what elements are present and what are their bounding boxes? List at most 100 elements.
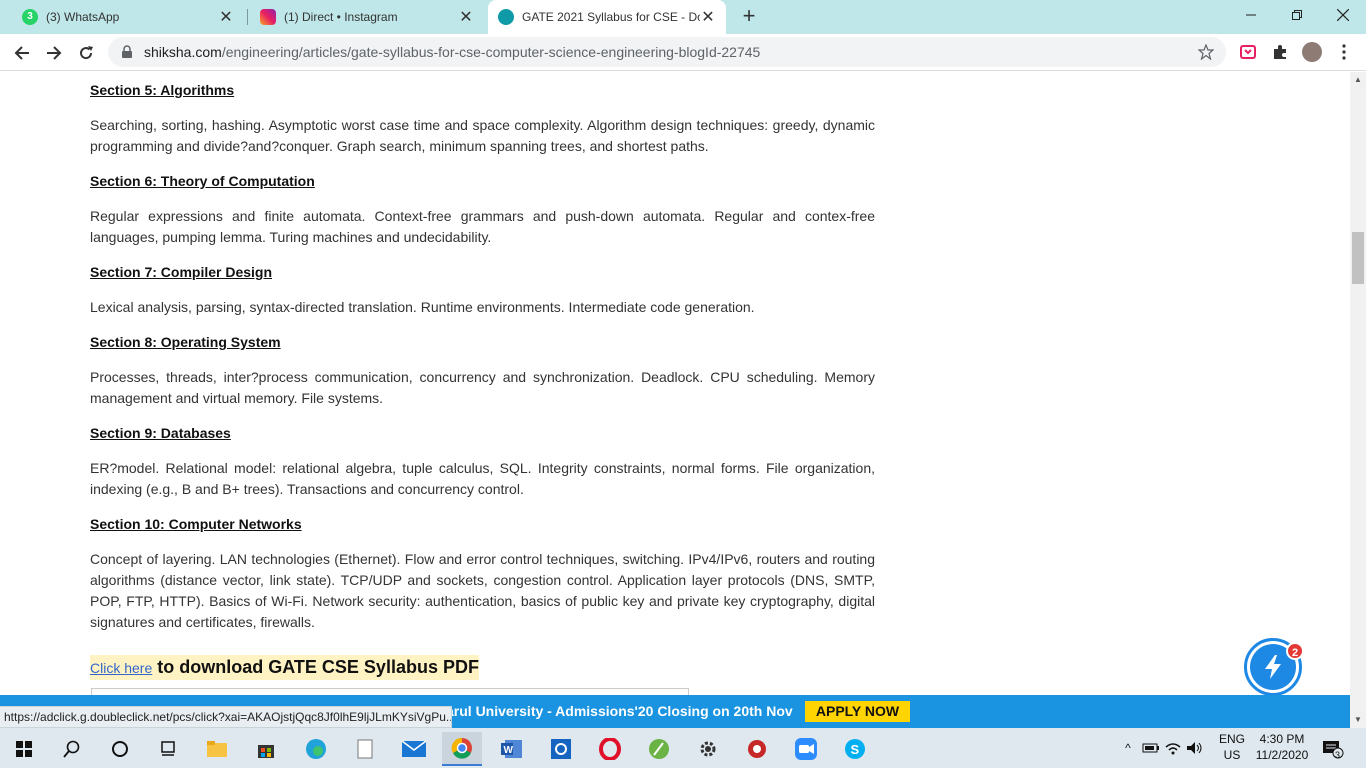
section-body-networks: Concept of layering. LAN technologies (E… (90, 551, 875, 630)
notification-icon (1323, 741, 1344, 759)
taskbar-notepad[interactable] (345, 732, 385, 766)
start-button[interactable] (4, 732, 44, 766)
game-icon (748, 740, 766, 758)
minimize-button[interactable] (1228, 0, 1274, 30)
word-icon: W (501, 740, 522, 758)
section-heading-algorithms: Section 5: Algorithms (90, 82, 235, 98)
back-button[interactable] (8, 39, 36, 67)
action-center-button[interactable]: 3 (1318, 732, 1348, 766)
taskbar-settings-app[interactable] (541, 732, 581, 766)
extensions-button[interactable] (1270, 42, 1290, 62)
zoom-icon (795, 738, 817, 760)
apply-now-button[interactable]: APPLY NOW (805, 701, 910, 722)
volume-icon[interactable] (1186, 741, 1204, 755)
store-bag-icon (258, 745, 274, 758)
search-button[interactable] (52, 732, 92, 766)
system-tray: ^ (1120, 728, 1204, 768)
instagram-icon (260, 9, 276, 25)
chat-badge: 2 (1286, 642, 1304, 660)
cortana-button[interactable] (100, 732, 140, 766)
folder-icon (207, 741, 227, 757)
page-scrollbar[interactable]: ▲ ▼ (1350, 72, 1366, 728)
scroll-down-arrow-icon[interactable]: ▼ (1350, 712, 1366, 728)
edge-icon (306, 739, 326, 759)
taskbar-zoom[interactable] (786, 732, 826, 766)
task-view-button[interactable] (148, 732, 188, 766)
scroll-thumb[interactable] (1352, 232, 1364, 284)
close-tab-icon[interactable]: ✕ (700, 7, 716, 27)
close-icon (1337, 9, 1349, 21)
taskbar-game[interactable] (737, 732, 777, 766)
taskbar-file-explorer[interactable] (197, 732, 237, 766)
taskbar-chrome[interactable] (442, 732, 482, 766)
click-here-link[interactable]: Click here (90, 660, 152, 676)
section-heading-networks: Section 10: Computer Networks (90, 516, 302, 532)
taskbar-edge[interactable] (296, 732, 336, 766)
kebab-menu-icon (1342, 44, 1346, 60)
chevron-up-icon[interactable]: ^ (1120, 741, 1136, 755)
puzzle-icon (1274, 45, 1286, 59)
taskbar-settings[interactable] (688, 732, 728, 766)
close-tab-icon[interactable]: ✕ (218, 7, 234, 27)
wifi-icon[interactable] (1164, 741, 1182, 755)
android-studio-icon (649, 739, 669, 759)
chat-widget-button[interactable]: 2 (1244, 638, 1304, 696)
back-arrow-icon (14, 46, 29, 60)
bookmark-star-icon[interactable] (1198, 44, 1214, 60)
minimize-icon (1246, 14, 1256, 16)
skype-icon: S (845, 739, 865, 759)
tab-title: GATE 2021 Syllabus for CSE - Do (522, 10, 700, 24)
windows-taskbar: W S ^ ENG US 4:30 PM 11/2/2020 3 (0, 728, 1366, 768)
embedded-box (91, 688, 689, 695)
lock-icon (122, 45, 132, 58)
restore-button[interactable] (1274, 0, 1320, 30)
new-tab-button[interactable]: + (738, 5, 760, 27)
svg-text:S: S (851, 742, 860, 757)
tab-title: (1) Direct • Instagram (284, 10, 398, 24)
chrome-icon (451, 737, 472, 759)
taskbar-android-studio[interactable] (639, 732, 679, 766)
clock[interactable]: 4:30 PM 11/2/2020 (1252, 731, 1312, 763)
lightning-icon (1265, 655, 1281, 679)
forward-button[interactable] (40, 39, 68, 67)
reload-button[interactable] (72, 39, 100, 67)
taskbar-word[interactable]: W (492, 732, 532, 766)
opera-icon (599, 738, 621, 760)
tab-separator (247, 9, 248, 25)
profile-avatar[interactable] (1302, 42, 1322, 62)
download-pdf-callout: Click here to download GATE CSE Syllabus… (90, 655, 479, 680)
tab-gate-syllabus[interactable]: GATE 2021 Syllabus for CSE - Do ✕ (488, 0, 726, 34)
settings-app-icon (551, 739, 571, 759)
close-tab-icon[interactable]: ✕ (458, 7, 474, 27)
svg-text:W: W (504, 745, 514, 756)
tab-instagram[interactable]: (1) Direct • Instagram ✕ (250, 0, 484, 34)
address-bar[interactable]: shiksha.com/engineering/articles/gate-sy… (108, 37, 1226, 67)
windows-logo-icon (16, 741, 32, 757)
section-body-algorithms: Searching, sorting, hashing. Asymptotic … (90, 117, 875, 154)
browser-menu-button[interactable] (1334, 42, 1354, 62)
taskbar-mail[interactable] (394, 732, 434, 766)
reload-icon (80, 46, 93, 60)
tab-whatsapp[interactable]: 3 (3) WhatsApp ✕ (12, 0, 244, 34)
clock-date: 11/2/2020 (1255, 748, 1309, 762)
url-text: shiksha.com/engineering/articles/gate-sy… (144, 44, 760, 60)
taskbar-skype[interactable]: S (835, 732, 875, 766)
taskbar-store[interactable] (246, 732, 286, 766)
pocket-extension-button[interactable] (1238, 42, 1258, 62)
gear-icon (700, 741, 716, 757)
ad-text: arul University - Admissions'20 Closing … (446, 703, 793, 719)
whatsapp-icon: 3 (22, 9, 38, 25)
section-heading-os: Section 8: Operating System (90, 334, 281, 350)
close-window-button[interactable] (1320, 0, 1366, 30)
avatar-icon (1302, 42, 1322, 62)
url-domain: shiksha.com (144, 44, 222, 60)
page-content: Section 5: Algorithms Searching, sorting… (0, 72, 1350, 695)
section-body-toc: Regular expressions and finite automata.… (90, 208, 875, 245)
browser-toolbar: shiksha.com/engineering/articles/gate-sy… (0, 34, 1366, 71)
lang-top: ENG (1218, 732, 1245, 746)
download-pdf-text: to download GATE CSE Syllabus PDF (157, 657, 479, 677)
input-language[interactable]: ENG US (1217, 731, 1247, 763)
taskbar-opera[interactable] (590, 732, 630, 766)
scroll-up-arrow-icon[interactable]: ▲ (1350, 72, 1366, 88)
battery-icon[interactable] (1142, 741, 1160, 755)
